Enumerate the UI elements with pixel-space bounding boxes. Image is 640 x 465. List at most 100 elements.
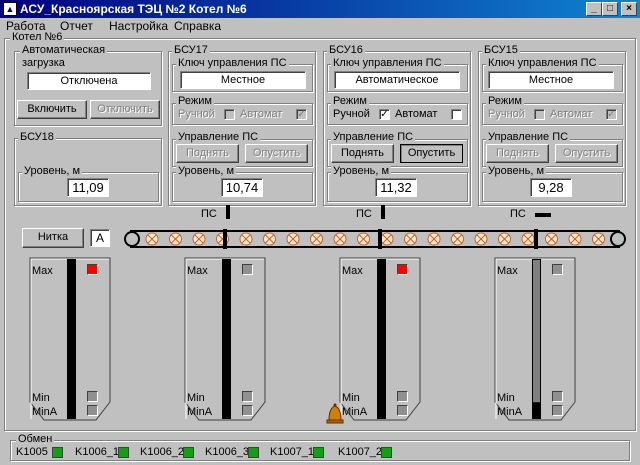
exchange-title: Обмен <box>16 433 55 445</box>
tank-channel <box>67 259 76 419</box>
menu-bar: Работа Отчет Настройка Справка <box>0 18 640 35</box>
exchange-status-indicator <box>118 447 129 458</box>
tank-max-indicator <box>552 264 563 275</box>
menu-settings[interactable]: Настройка <box>109 19 168 33</box>
conveyor-graphic <box>124 229 626 249</box>
boiler-group-title: Котел №6 <box>10 31 65 43</box>
exchange-item-label: K1006_2 <box>140 446 185 458</box>
tank-mina-indicator <box>397 405 408 416</box>
menu-help[interactable]: Справка <box>174 19 221 33</box>
exchange-status-indicator <box>381 447 392 458</box>
menu-report[interactable]: Отчет <box>60 19 93 33</box>
bsu17-auto-label: Автомат <box>240 108 283 120</box>
bsu18-level-label: Уровень, м <box>22 165 83 177</box>
exchange-item-label: K1007_1 <box>270 446 315 458</box>
bsu15-key-value: Местное <box>488 71 614 89</box>
bsu16-auto-checkbox[interactable] <box>451 109 462 120</box>
bsu16-auto-label: Автомат <box>395 108 438 120</box>
tank-channel <box>377 259 386 419</box>
exchange-status-indicator <box>248 447 259 458</box>
close-button[interactable]: × <box>621 2 637 16</box>
bsu18-level-value: 11,09 <box>67 178 109 197</box>
belt-end-pulley <box>124 231 140 247</box>
bsu15-auto-label: Автомат <box>550 108 593 120</box>
belt-plow-mark <box>534 229 538 249</box>
tank-max-label: Max <box>497 265 518 277</box>
bsu17-key-value: Местное <box>180 71 306 89</box>
plow-3-indicator <box>535 213 551 217</box>
bsu16-mode-label: Режим <box>331 95 369 107</box>
bsu16-manual-checkbox[interactable]: ✓ <box>379 109 390 120</box>
thread-button[interactable]: Нитка <box>22 228 84 248</box>
bsu15-level-label: Уровень, м <box>486 165 547 177</box>
enable-button[interactable]: Включить <box>17 100 87 119</box>
bsu17-control-label: Управление ПС <box>176 131 261 143</box>
tank-mina-label: MinA <box>187 406 213 418</box>
bsu15-key-label: Ключ управления ПС <box>486 57 599 69</box>
tank-mina-label: MinA <box>32 406 58 418</box>
maximize-button[interactable]: □ <box>602 2 618 16</box>
bsu16-title: БСУ16 <box>327 44 365 56</box>
bsu15-level-value: 9,28 <box>530 178 572 197</box>
bsu16-level-value: 11,32 <box>375 178 417 197</box>
alarm-bell-icon[interactable] <box>325 402 345 426</box>
bsu17-manual-label: Ручной <box>178 108 215 120</box>
tank-max-label: Max <box>32 265 53 277</box>
disable-button[interactable]: Отключить <box>90 100 160 119</box>
exchange-item-label: K1005 <box>16 446 48 458</box>
tank-min-label: Min <box>187 392 205 404</box>
bsu16-raise-button[interactable]: Поднять <box>331 144 394 163</box>
bsu15-lower-button[interactable]: Опустить <box>555 144 618 163</box>
bsu17-key-label: Ключ управления ПС <box>176 57 289 69</box>
window-title: АСУ_Красноярская ТЭЦ №2 Котел №6 <box>20 2 247 16</box>
tank-min-indicator <box>87 391 98 402</box>
tank-min-indicator <box>552 391 563 402</box>
exchange-item-label: K1006_1 <box>75 446 120 458</box>
bsu15-control-label: Управление ПС <box>486 131 571 143</box>
tank-mina-indicator <box>242 405 253 416</box>
bsu15-mode-label: Режим <box>486 95 524 107</box>
tank-min-label: Min <box>32 392 50 404</box>
bsu17-mode-label: Режим <box>176 95 214 107</box>
bsu15-manual-checkbox[interactable] <box>534 109 545 120</box>
tank-mina-indicator <box>552 405 563 416</box>
bsu17-raise-button[interactable]: Поднять <box>176 144 239 163</box>
tank-min-indicator <box>242 391 253 402</box>
exchange-status-indicator <box>183 447 194 458</box>
thread-value: A <box>90 229 110 247</box>
bsu17-manual-checkbox[interactable] <box>224 109 235 120</box>
exchange-item-label: K1006_3 <box>205 446 250 458</box>
bsu16-manual-label: Ручной <box>333 108 370 120</box>
bsu18-title: БСУ18 <box>18 131 56 143</box>
tank-max-indicator <box>242 264 253 275</box>
exchange-item-label: K1007_2 <box>338 446 383 458</box>
plow-2-indicator <box>381 205 385 219</box>
app-icon: ▲ <box>3 2 17 16</box>
plow-1-label: ПС <box>201 208 217 220</box>
conveyor-belt <box>122 226 628 252</box>
minimize-button[interactable]: _ <box>586 2 602 16</box>
tank-max-indicator <box>87 264 98 275</box>
exchange-status-indicator <box>52 447 63 458</box>
bsu15-auto-checkbox[interactable]: ✓ <box>606 109 617 120</box>
belt-plow-mark <box>378 229 382 249</box>
tanks-area <box>10 250 630 430</box>
bsu16-level-label: Уровень, м <box>331 165 392 177</box>
bsu17-level-label: Уровень, м <box>176 165 237 177</box>
bsu17-lower-button[interactable]: Опустить <box>245 144 308 163</box>
bsu17-auto-checkbox[interactable]: ✓ <box>296 109 307 120</box>
auto-load-title-1: Автоматическая <box>20 44 108 56</box>
tank-level-fill <box>533 260 540 403</box>
plow-2-label: ПС <box>356 208 372 220</box>
bsu15-raise-button[interactable]: Поднять <box>486 144 549 163</box>
belt-plow-mark <box>223 229 227 249</box>
tank-max-indicator <box>397 264 408 275</box>
tank-mina-indicator <box>87 405 98 416</box>
auto-load-title-2: загрузка <box>22 57 65 69</box>
tank-mina-label: MinA <box>497 406 523 418</box>
bsu16-lower-button[interactable]: Опустить <box>400 144 463 163</box>
bsu17-title: БСУ17 <box>172 44 210 56</box>
bsu15-manual-label: Ручной <box>488 108 525 120</box>
title-bar: ▲ АСУ_Красноярская ТЭЦ №2 Котел №6 _ □ × <box>0 0 640 18</box>
tank-max-label: Max <box>342 265 363 277</box>
